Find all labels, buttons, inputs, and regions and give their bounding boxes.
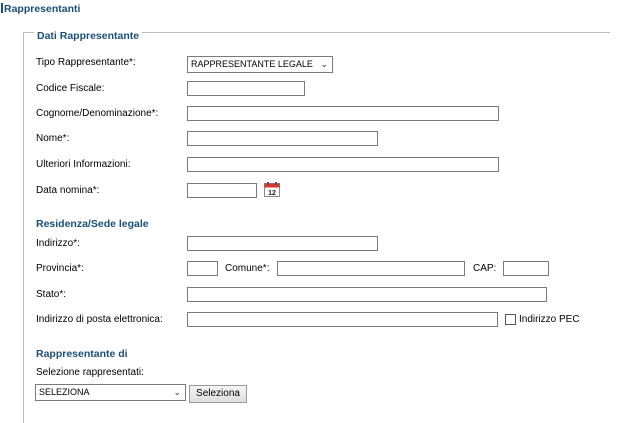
data-nomina-label: Data nomina*: (36, 185, 100, 196)
provincia-label: Provincia*: (36, 263, 84, 274)
pec-label: Indirizzo PEC (519, 314, 580, 325)
comune-label: Comune*: (225, 263, 270, 274)
rappresentati-select[interactable]: SELEZIONA ⌄ (35, 384, 186, 401)
comune-input[interactable] (277, 261, 465, 276)
svg-text:12: 12 (268, 190, 276, 197)
cognome-label: Cognome/Denominazione*: (36, 108, 159, 119)
nome-label: Nome*: (36, 133, 70, 144)
title-marker (1, 3, 3, 13)
pec-checkbox[interactable] (505, 314, 516, 325)
ulteriori-informazioni-label: Ulteriori Informazioni: (36, 159, 131, 170)
cap-label: CAP: (473, 263, 497, 274)
cognome-input[interactable] (187, 106, 499, 121)
nome-input[interactable] (187, 131, 378, 146)
email-input[interactable] (187, 312, 498, 327)
seleziona-button[interactable]: Seleziona (189, 385, 247, 403)
selezione-rappresentati-label: Selezione rappresentati: (36, 367, 144, 378)
residenza-title: Residenza/Sede legale (36, 218, 149, 230)
email-label: Indirizzo di posta elettronica: (36, 314, 163, 325)
fieldset-legend: Dati Rappresentante (34, 30, 143, 42)
chevron-down-icon: ⌄ (173, 387, 181, 397)
tipo-rappresentante-label: Tipo Rappresentante*: (36, 57, 136, 68)
page-title-text: Rappresentanti (4, 3, 81, 15)
page-title: Rappresentanti (1, 3, 80, 15)
cap-input[interactable] (503, 261, 549, 276)
data-nomina-input[interactable] (187, 183, 257, 198)
codice-fiscale-input[interactable] (187, 81, 305, 96)
provincia-input[interactable] (187, 261, 218, 276)
indirizzo-input[interactable] (187, 236, 378, 251)
ulteriori-informazioni-input[interactable] (187, 157, 499, 172)
calendar-icon[interactable]: 12 (264, 182, 280, 197)
chevron-down-icon: ⌄ (320, 59, 328, 69)
rappresentati-select-value: SELEZIONA (39, 387, 90, 397)
codice-fiscale-label: Codice Fiscale: (36, 83, 105, 94)
tipo-rappresentante-select[interactable]: RAPPRESENTANTE LEGALE ⌄ (187, 56, 333, 73)
rappresentante-di-title: Rappresentante di (36, 348, 128, 360)
indirizzo-label: Indirizzo*: (36, 238, 80, 249)
tipo-rappresentante-value: RAPPRESENTANTE LEGALE (191, 59, 313, 69)
stato-input[interactable] (187, 287, 547, 302)
stato-label: Stato*: (36, 289, 67, 300)
